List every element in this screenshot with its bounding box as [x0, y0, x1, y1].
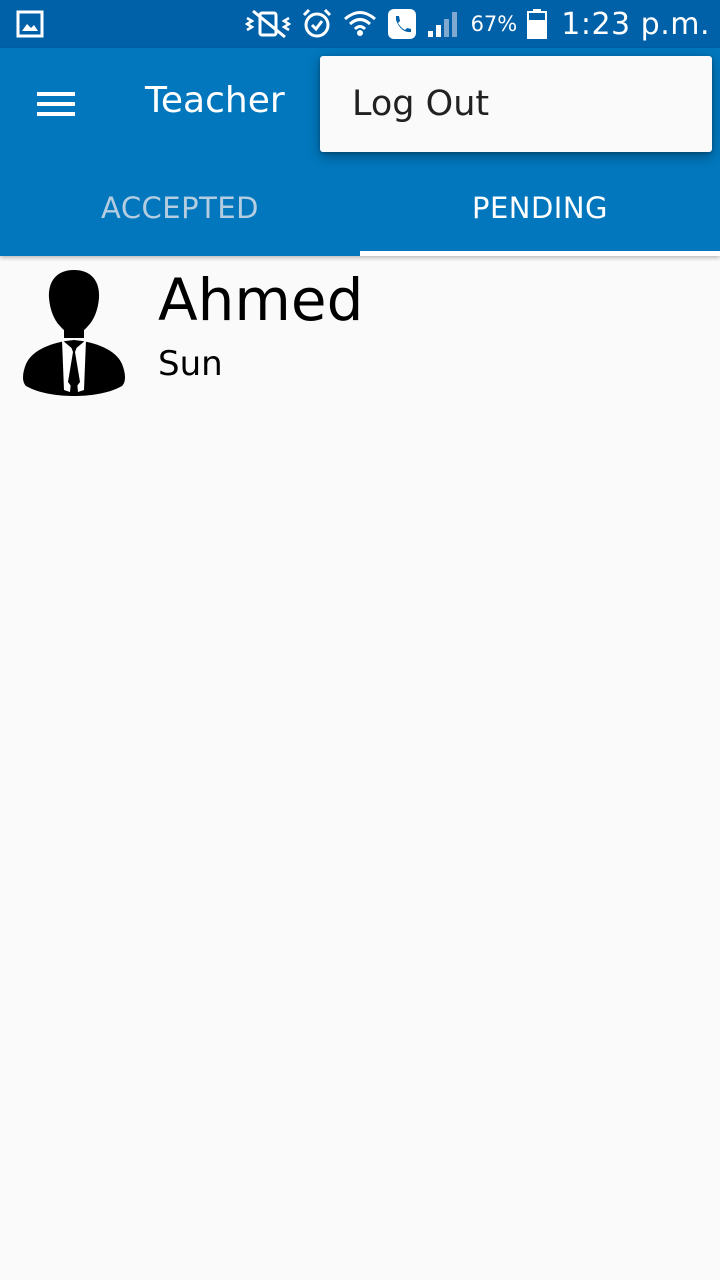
tab-accepted-label: ACCEPTED	[100, 191, 259, 225]
alarm-icon	[302, 8, 331, 38]
signal-icon	[427, 12, 457, 37]
battery-percentage: 67%	[470, 12, 518, 36]
list-item-subtitle: Sun	[158, 344, 223, 384]
hamburger-menu-button[interactable]	[24, 76, 88, 132]
page-title: Teacher	[145, 80, 285, 121]
tab-selected-indicator	[360, 251, 720, 256]
call-icon	[387, 9, 416, 39]
tab-accepted[interactable]: ACCEPTED	[0, 160, 360, 256]
menu-item-log-out[interactable]: Log Out	[320, 56, 712, 152]
menu-item-log-out-label: Log Out	[352, 84, 490, 124]
tab-pending[interactable]: PENDING	[360, 160, 720, 256]
tab-bar: ACCEPTED PENDING	[0, 160, 720, 256]
wifi-icon	[343, 11, 376, 36]
person-avatar-icon	[23, 270, 125, 396]
overflow-menu: Log Out	[320, 56, 712, 152]
vibrate-off-icon	[244, 9, 291, 39]
status-bar: 67% 1:23 p.m.	[0, 0, 720, 48]
list-item[interactable]: Ahmed Sun	[0, 260, 720, 400]
list-item-name: Ahmed	[158, 266, 364, 334]
gallery-icon	[16, 10, 44, 38]
battery-icon	[527, 9, 548, 39]
tab-pending-label: PENDING	[471, 191, 609, 225]
clock: 1:23 p.m.	[561, 6, 710, 42]
hamburger-menu-icon	[37, 92, 75, 116]
